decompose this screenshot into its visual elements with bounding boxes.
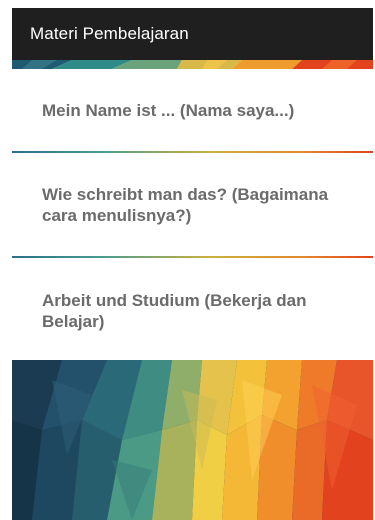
- decorative-polygon-background: [12, 360, 373, 520]
- lesson-item-arbeit-studium[interactable]: Arbeit und Studium (Bekerja dan Belajar): [12, 258, 373, 363]
- decorative-header-strip: [12, 60, 373, 69]
- lesson-item-label: Arbeit und Studium (Bekerja dan Belajar): [42, 290, 307, 331]
- lesson-list: Mein Name ist ... (Nama saya...) Wie sch…: [12, 69, 373, 363]
- app-title: Materi Pembelajaran: [30, 24, 189, 43]
- lesson-item-label: Mein Name ist ... (Nama saya...): [42, 100, 295, 120]
- lesson-item-mein-name[interactable]: Mein Name ist ... (Nama saya...): [12, 69, 373, 151]
- app-bar: Materi Pembelajaran: [12, 8, 373, 60]
- screen: Materi Pembelajaran Mein Name ist ... (N…: [0, 0, 375, 520]
- lesson-item-label: Wie schreibt man das? (Bagaimana cara me…: [42, 184, 329, 225]
- lesson-item-wie-schreibt[interactable]: Wie schreibt man das? (Bagaimana cara me…: [12, 153, 373, 256]
